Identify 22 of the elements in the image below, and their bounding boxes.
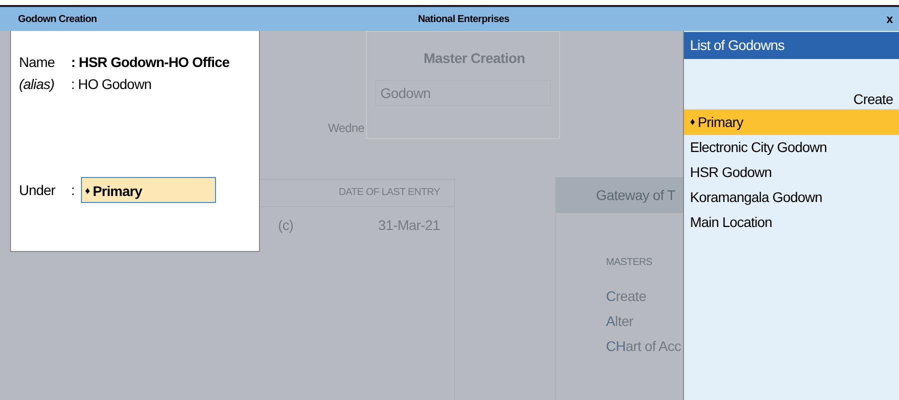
create-link[interactable]: Create (853, 91, 893, 107)
close-button[interactable]: x (884, 12, 895, 26)
table-cell: 31-Mar-21 (378, 217, 440, 233)
table-cell: (c) (278, 217, 294, 233)
field-label: (alias) (19, 76, 56, 92)
window-title: Godown Creation (18, 14, 98, 24)
panel-title: Master Creation (424, 50, 525, 66)
list-title: List of Godowns (684, 32, 899, 59)
field-value: : HO Godown (71, 76, 152, 92)
column-header: DATE OF LAST ENTRY (260, 179, 454, 207)
section-heading: MASTERS (606, 257, 652, 268)
field-label: Name (19, 54, 56, 70)
colon: : (71, 182, 76, 198)
field-value: : HSR Godown-HO Office (71, 54, 230, 70)
field-label: Under (19, 182, 56, 198)
list-item[interactable]: Electronic City Godown (684, 135, 899, 160)
company-name: National Enterprises (418, 14, 510, 24)
list-item[interactable]: HSR Godown (684, 160, 899, 185)
list-item[interactable]: Koramangala Godown (684, 185, 899, 210)
gateway-header: Gateway of T (556, 177, 683, 213)
list-item[interactable]: Main Location (684, 210, 899, 235)
date-text: Wedne (328, 121, 364, 135)
